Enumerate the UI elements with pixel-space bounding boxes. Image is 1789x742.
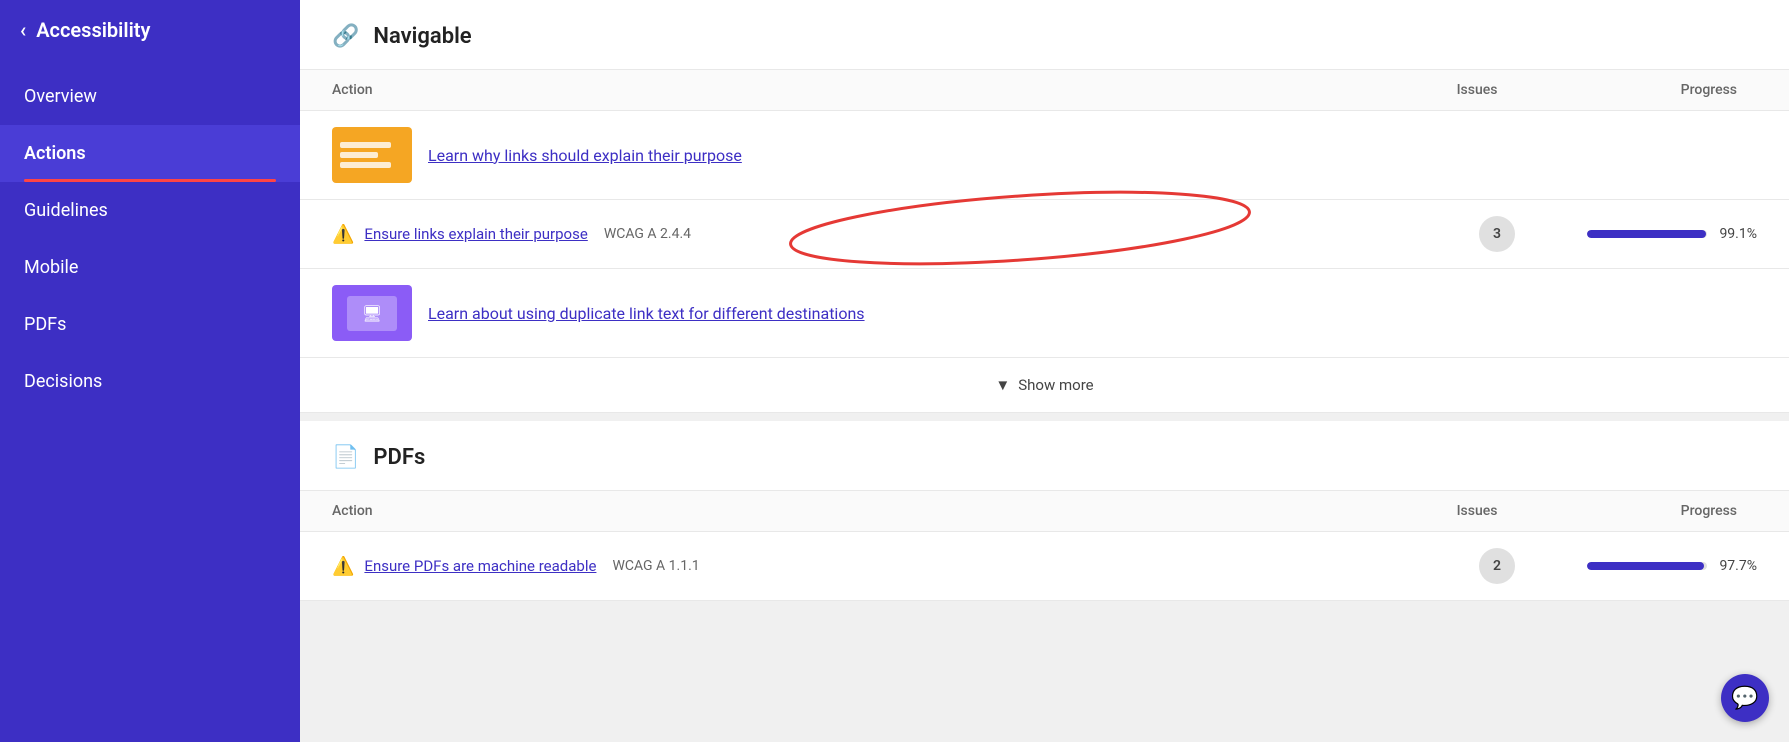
sidebar-item-decisions[interactable]: Decisions — [0, 353, 300, 410]
sidebar-item-actions[interactable]: Actions — [0, 125, 300, 182]
pdfs-progress-pct: 97.7% — [1717, 558, 1757, 574]
sidebar-item-label: PDFs — [24, 314, 66, 335]
pdfs-issues-count: 2 — [1437, 548, 1557, 584]
action-content-2: 🖥 Learn about using duplicate link text … — [332, 285, 1757, 341]
navigable-section-header: 🔗 Navigable — [300, 0, 1789, 70]
navigable-section-title: Navigable — [373, 24, 471, 49]
pdfs-progress-area: 97.7% — [1557, 558, 1757, 574]
sidebar-navigation: Overview Actions Guidelines Mobile PDFs … — [0, 68, 300, 410]
pdfs-section: 📄 PDFs Action Issues Progress ⚠️ Ensure … — [300, 421, 1789, 601]
pdf-icon: 📄 — [332, 445, 359, 470]
pdfs-progress-column-header: Progress — [1537, 503, 1737, 519]
main-content: 🔗 Navigable Action Issues Progress Learn… — [300, 0, 1789, 742]
pdfs-wcag-badge: WCAG A 1.1.1 — [612, 558, 699, 574]
sidebar-item-guidelines[interactable]: Guidelines — [0, 182, 300, 239]
wcag-badge-1: WCAG A 2.4.4 — [604, 226, 691, 242]
thumb-icon-area: 🖥 — [332, 285, 412, 341]
duplicate-link-text-link[interactable]: Learn about using duplicate link text fo… — [428, 304, 865, 323]
thumb-decoration — [340, 152, 378, 158]
pdfs-issue-row: ⚠️ Ensure PDFs are machine readable WCAG… — [300, 532, 1789, 601]
show-more-label: Show more — [1018, 376, 1093, 394]
issues-column-header: Issues — [1417, 82, 1537, 98]
sidebar: ‹ Accessibility Overview Actions Guideli… — [0, 0, 300, 742]
thumb-decoration — [340, 162, 391, 168]
sidebar-item-label: Decisions — [24, 371, 102, 392]
progress-column-header: Progress — [1537, 82, 1737, 98]
sidebar-item-mobile[interactable]: Mobile — [0, 239, 300, 296]
chevron-down-icon: ▼ — [995, 376, 1010, 394]
progress-track-1 — [1587, 230, 1707, 238]
sidebar-header[interactable]: ‹ Accessibility — [0, 0, 300, 60]
thumb-screen: 🖥 — [347, 296, 397, 331]
progress-area-1: 99.1% — [1557, 226, 1757, 242]
pdfs-action-column-header: Action — [332, 503, 1417, 519]
sidebar-item-pdfs[interactable]: PDFs — [0, 296, 300, 353]
screen-icon: 🖥 — [362, 304, 382, 323]
issues-count-1: 3 — [1437, 216, 1557, 252]
sidebar-item-label: Actions — [24, 143, 86, 164]
show-more-button[interactable]: ▼ Show more — [300, 358, 1789, 413]
navigable-action-row-2: 🖥 Learn about using duplicate link text … — [300, 269, 1789, 358]
sidebar-item-label: Mobile — [24, 257, 78, 278]
learn-links-purpose-link[interactable]: Learn why links should explain their pur… — [428, 146, 742, 165]
pdfs-table-header: Action Issues Progress — [300, 491, 1789, 532]
sidebar-title: Accessibility — [36, 18, 150, 42]
link-icon: 🔗 — [332, 24, 359, 49]
progress-pct-1: 99.1% — [1717, 226, 1757, 242]
pdfs-progress-track — [1587, 562, 1707, 570]
pdfs-section-header: 📄 PDFs — [300, 421, 1789, 491]
sidebar-item-label: Overview — [24, 86, 97, 107]
pdfs-issue-content: ⚠️ Ensure PDFs are machine readable WCAG… — [332, 556, 1437, 577]
pdfs-warning-icon: ⚠️ — [332, 556, 354, 577]
annotation-container: ⚠️ Ensure links explain their purpose WC… — [300, 200, 1789, 269]
sidebar-item-label: Guidelines — [24, 200, 108, 221]
ensure-pdfs-link[interactable]: Ensure PDFs are machine readable — [364, 557, 596, 575]
action-thumbnail-2: 🖥 — [332, 285, 412, 341]
action-column-header: Action — [332, 82, 1417, 98]
chat-button[interactable]: 💬 — [1721, 674, 1769, 722]
pdfs-issues-column-header: Issues — [1417, 503, 1537, 519]
action-thumbnail-1 — [332, 127, 412, 183]
navigable-section: 🔗 Navigable Action Issues Progress Learn… — [300, 0, 1789, 413]
warning-icon: ⚠️ — [332, 224, 354, 245]
navigable-table-header: Action Issues Progress — [300, 70, 1789, 111]
thumb-decoration — [340, 142, 391, 148]
issue-content-1: ⚠️ Ensure links explain their purpose WC… — [332, 224, 1437, 245]
back-arrow-icon[interactable]: ‹ — [20, 18, 26, 42]
ensure-links-issue-row: ⚠️ Ensure links explain their purpose WC… — [300, 200, 1789, 269]
pdfs-section-title: PDFs — [373, 445, 425, 470]
action-content-1: Learn why links should explain their pur… — [332, 127, 1757, 183]
progress-fill-1 — [1587, 230, 1706, 238]
pdfs-progress-fill — [1587, 562, 1704, 570]
pdfs-count-badge: 2 — [1479, 548, 1515, 584]
ensure-links-link[interactable]: Ensure links explain their purpose — [364, 225, 587, 243]
chat-icon: 💬 — [1731, 686, 1758, 711]
count-badge-1: 3 — [1479, 216, 1515, 252]
sidebar-item-overview[interactable]: Overview — [0, 68, 300, 125]
navigable-action-row-1: Learn why links should explain their pur… — [300, 111, 1789, 200]
